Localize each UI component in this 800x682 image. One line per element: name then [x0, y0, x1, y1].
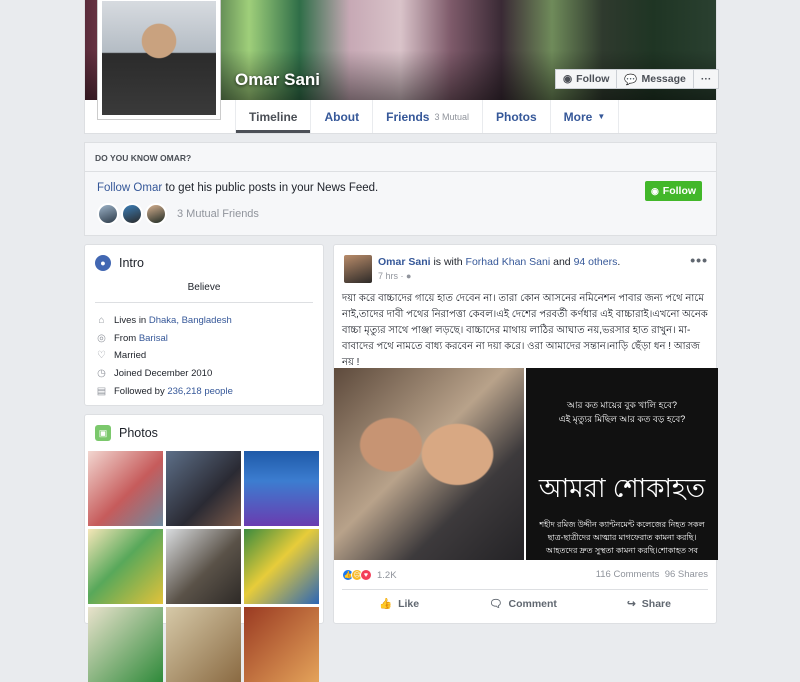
photos-card: ▣ Photos [84, 414, 324, 682]
mutual-friends-label[interactable]: 3 Mutual Friends [177, 208, 259, 220]
post-image-mourning[interactable]: আর কত মায়ের বুক খালি হবে? এই মৃত্যুর মি… [526, 368, 718, 560]
post-author[interactable]: Omar Sani [378, 256, 431, 268]
profile-tabs: Timeline About Friends 3 Mutual Photos Mo… [235, 100, 620, 133]
photos-header: ▣ Photos [95, 425, 158, 441]
location-pin-icon: ◎ [97, 333, 106, 344]
intro-title: Intro [119, 256, 145, 270]
reactions-summary[interactable]: 👍 ☹ ♥ 1.2K [342, 569, 397, 581]
like-button[interactable]: 👍 Like [365, 595, 433, 612]
tab-friends[interactable]: Friends 3 Mutual [373, 100, 483, 133]
post-options-button[interactable]: ••• [690, 252, 708, 268]
comment-icon: 🗨 [489, 598, 503, 610]
image-caption-top: আর কত মায়ের বুক খালি হবে? এই মৃত্যুর মি… [558, 400, 686, 424]
do-you-know-card: DO YOU KNOW OMAR? Follow Omar to get his… [84, 142, 717, 236]
followers-icon: ▤ [96, 386, 107, 397]
intro-header: ● Intro [95, 255, 144, 271]
mutual-count: 3 Mutual [434, 111, 469, 122]
intro-lives-in: ⌂ Lives in Dhaka, Bangladesh [95, 315, 232, 326]
photo-thumbnail[interactable] [166, 451, 241, 526]
image-caption-bottom: শহীদ রমিজ উদ্দীন ক্যান্টনমেন্ট কলেজের নি… [539, 520, 705, 555]
post-timestamp[interactable]: 7 hrs [378, 271, 398, 281]
photo-thumbnail[interactable] [88, 607, 163, 682]
tab-photos[interactable]: Photos [483, 100, 551, 133]
from-link[interactable]: Barisal [139, 333, 168, 344]
cover-actions: ◉ Follow 💬 Message ··· [555, 69, 720, 89]
reaction-count[interactable]: 1.2K [377, 570, 397, 581]
profile-name[interactable]: Omar Sani [235, 70, 320, 90]
share-button[interactable]: ↪ Share [613, 595, 685, 612]
photos-icon: ▣ [95, 425, 111, 441]
post-meta: 7 hrs · ● [378, 271, 412, 281]
follow-omar-link[interactable]: Follow Omar [97, 182, 162, 194]
tagged-person-link[interactable]: Forhad Khan Sani [466, 256, 551, 268]
follow-green-button[interactable]: ◉ Follow [645, 181, 702, 201]
tab-about[interactable]: About [311, 100, 374, 133]
profile-picture[interactable] [97, 0, 221, 120]
photos-title[interactable]: Photos [119, 426, 158, 440]
rss-icon: ◉ [563, 73, 573, 85]
intro-relationship: ♡ Married [95, 350, 146, 361]
intro-joined: ◷ Joined December 2010 [95, 368, 212, 379]
tab-timeline[interactable]: Timeline [235, 100, 312, 133]
caret-down-icon: ▼ [597, 112, 606, 121]
photo-thumbnail[interactable] [88, 451, 163, 526]
home-icon: ⌂ [98, 315, 105, 326]
clock-icon: ◷ [97, 368, 106, 379]
photo-thumbnail[interactable] [88, 529, 163, 604]
followers-link[interactable]: 236,218 people [167, 386, 233, 397]
comments-count[interactable]: 116 Comments [596, 569, 660, 580]
photo-thumbnail[interactable] [244, 607, 319, 682]
tab-more[interactable]: More ▼ [551, 100, 620, 133]
share-icon: ↪ [626, 597, 636, 610]
post-card: Omar Sani is with Forhad Khan Sani and 9… [333, 244, 718, 624]
mutual-friend-avatar[interactable] [145, 203, 167, 225]
comment-button[interactable]: 🗨 Comment [475, 595, 571, 612]
thumbs-up-icon: 👍 [379, 598, 393, 610]
rss-icon: ◉ [650, 185, 659, 196]
follow-button[interactable]: ◉ Follow [555, 69, 618, 89]
love-reaction-icon: ♥ [360, 569, 372, 581]
post-actions: 👍 Like 🗨 Comment ↪ Share [334, 595, 716, 612]
follow-prompt: Follow Omar to get his public posts in y… [97, 182, 379, 194]
photo-grid [88, 451, 319, 682]
profile-cover-card: Omar Sani ◉ Follow 💬 Message ··· Timelin… [84, 0, 720, 134]
mutual-friends[interactable]: 3 Mutual Friends [97, 203, 259, 225]
heart-icon: ♡ [97, 350, 106, 361]
divider [342, 589, 708, 590]
post-author-avatar[interactable] [344, 255, 372, 283]
image-caption-main: আমরা শোকাহত [538, 473, 706, 503]
post-image-photo[interactable] [334, 368, 524, 560]
lives-in-link[interactable]: Dhaka, Bangladesh [149, 315, 232, 326]
intro-card: ● Intro Believe ⌂ Lives in Dhaka, Bangla… [84, 244, 324, 406]
mutual-friend-avatar[interactable] [97, 203, 119, 225]
shares-count[interactable]: 96 Shares [665, 569, 708, 580]
do-you-know-title: DO YOU KNOW OMAR? [95, 153, 192, 163]
intro-from: ◎ From Barisal [95, 333, 168, 344]
more-options-button[interactable]: ··· [693, 69, 720, 89]
tagged-others-link[interactable]: 94 others [574, 256, 618, 268]
photo-thumbnail[interactable] [244, 529, 319, 604]
globe-icon: ● [95, 255, 111, 271]
messenger-icon: 💬 [624, 73, 638, 86]
divider [95, 302, 313, 303]
photo-thumbnail[interactable] [166, 529, 241, 604]
intro-bio: Believe [187, 282, 221, 293]
message-button[interactable]: 💬 Message [617, 69, 694, 89]
post-counts: 116 Comments 96 Shares [596, 569, 708, 580]
post-body: দয়া করে বাচ্চাদের গায়ে হাত দেবেন না। ত… [342, 293, 708, 368]
divider [85, 171, 716, 172]
mutual-friend-avatar[interactable] [121, 203, 143, 225]
post-header: Omar Sani is with Forhad Khan Sani and 9… [378, 256, 621, 268]
photo-thumbnail[interactable] [244, 451, 319, 526]
photo-thumbnail[interactable] [166, 607, 241, 682]
intro-followers: ▤ Followed by 236,218 people [96, 386, 233, 397]
public-globe-icon: ● [406, 271, 412, 281]
